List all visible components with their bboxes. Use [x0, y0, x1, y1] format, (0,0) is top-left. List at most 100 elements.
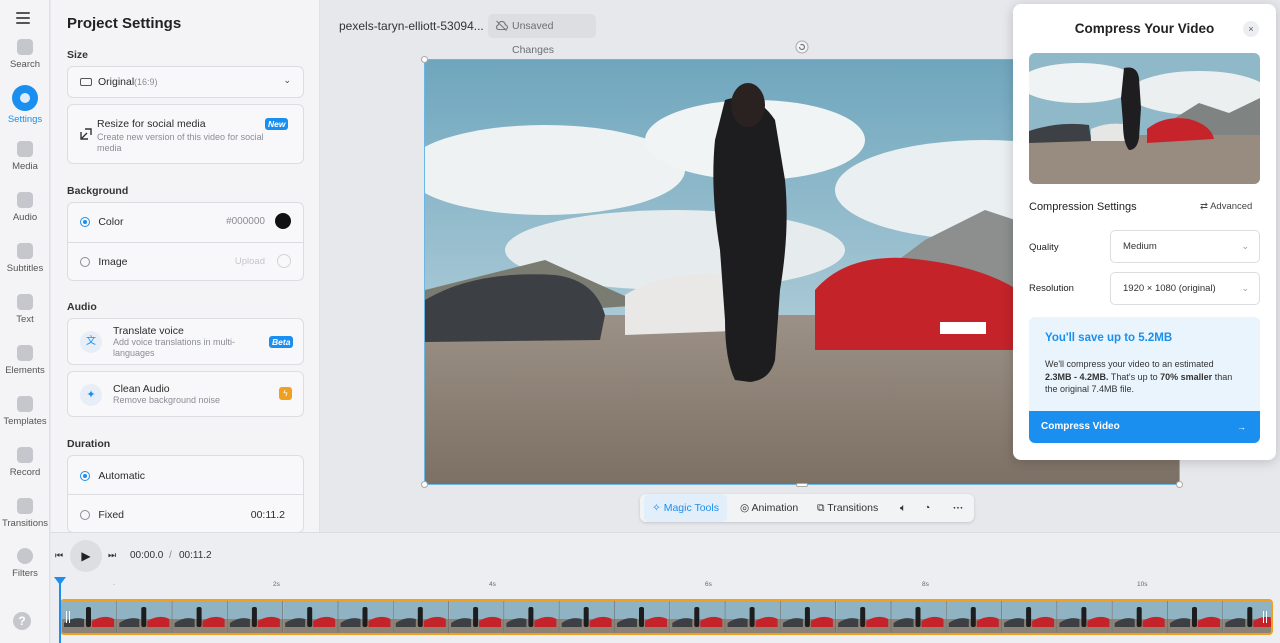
clip-frame-thumbnail	[780, 601, 837, 633]
background-card: Color #000000 Image Upload	[67, 202, 304, 281]
clean-audio-card[interactable]: ✦ Clean Audio Remove background noise ϟ	[67, 371, 304, 417]
close-button[interactable]: ×	[1243, 21, 1259, 37]
translate-voice-card[interactable]: 文 Translate voice Add voice translations…	[67, 318, 304, 365]
play-button[interactable]: ▶	[70, 540, 102, 572]
clip-frame-thumbnail	[670, 601, 726, 633]
templates-icon	[17, 396, 33, 412]
advanced-button[interactable]: ⇄ Advanced	[1200, 201, 1252, 212]
playhead[interactable]	[54, 577, 66, 643]
translate-title: Translate voice	[113, 325, 184, 337]
image-option[interactable]: Image Upload	[80, 254, 291, 270]
rail-item-subtitles[interactable]: Subtitles	[0, 243, 50, 274]
resize-handle[interactable]	[796, 483, 808, 487]
translate-desc: Add voice translations in multi-language…	[113, 337, 236, 358]
rotate-icon[interactable]	[795, 40, 809, 54]
color-option[interactable]: Color #000000	[80, 213, 291, 230]
image-radio[interactable]	[80, 256, 90, 267]
fixed-radio[interactable]	[80, 509, 90, 520]
record-icon	[17, 447, 33, 463]
upload-icon[interactable]	[277, 254, 291, 268]
color-swatch[interactable]	[275, 213, 291, 229]
timeline-ruler: · 2s 4s 6s 8s 10s	[60, 579, 1275, 591]
sliders-icon: ⇄	[1200, 201, 1211, 212]
rail-item-filters[interactable]: Filters	[0, 548, 50, 579]
skip-back-icon[interactable]: ⏮	[55, 550, 63, 561]
transitions-icon	[17, 498, 33, 514]
rail-item-search[interactable]: Search	[0, 39, 50, 70]
automatic-radio[interactable]	[80, 470, 90, 481]
clip-frame-thumbnail	[1168, 601, 1224, 633]
clip-trim-handle-left[interactable]	[66, 611, 70, 623]
quality-value: Medium	[1123, 241, 1157, 252]
resize-handle[interactable]	[421, 481, 428, 488]
rail-item-audio[interactable]: Audio	[0, 192, 50, 223]
help-icon[interactable]: ?	[13, 612, 31, 630]
speed-button[interactable]: ◔	[924, 494, 930, 522]
rail-label: Audio	[12, 212, 38, 223]
compress-video-modal: Compress Your Video × Compression Settin…	[1013, 4, 1276, 460]
clip-frame-thumbnail	[725, 601, 781, 633]
duration-heading: Duration	[67, 438, 111, 450]
video-track-clip[interactable]	[60, 599, 1273, 635]
resize-handle[interactable]	[421, 56, 428, 63]
resize-handle[interactable]	[1176, 481, 1183, 488]
transitions-button[interactable]: ⧉ Transitions	[817, 494, 878, 522]
animation-label: Animation	[751, 502, 799, 514]
chevron-down-icon: ⌄	[1241, 241, 1249, 251]
clip-trim-handle-right[interactable]	[1263, 611, 1267, 623]
magic-tools-label: Magic Tools	[663, 502, 719, 514]
quality-select[interactable]: Medium ⌄	[1110, 230, 1260, 263]
advanced-label: Advanced	[1210, 201, 1253, 212]
magic-tools-button[interactable]: ✧ Magic Tools	[644, 494, 727, 522]
savings-info-box: You'll save up to 5.2MB We'll compress y…	[1029, 317, 1260, 411]
ruler-tick: 6s	[705, 581, 712, 588]
clip-frame-thumbnail	[504, 601, 560, 633]
rail-item-settings[interactable]: Settings	[0, 85, 50, 125]
rail-item-record[interactable]: Record	[0, 447, 50, 478]
clip-frame-thumbnail	[117, 601, 173, 633]
rail-item-media[interactable]: Media	[0, 141, 50, 172]
search-icon	[17, 39, 33, 55]
savings-percent: 70% smaller	[1160, 371, 1213, 382]
resolution-label: Resolution	[1029, 283, 1074, 294]
divider	[68, 242, 303, 243]
cloud-off-icon	[496, 20, 508, 31]
rail-item-transitions[interactable]: Transitions	[0, 498, 50, 529]
skip-forward-icon[interactable]: ⏭	[108, 550, 116, 561]
automatic-option[interactable]: Automatic	[80, 468, 291, 484]
resolution-select[interactable]: 1920 × 1080 (original) ⌄	[1110, 272, 1260, 305]
rail-item-templates[interactable]: Templates	[0, 396, 50, 427]
size-heading: Size	[67, 49, 89, 61]
rail-label: Elements	[5, 365, 45, 376]
clip-frame-thumbnail	[283, 601, 339, 633]
more-button[interactable]: ···	[953, 494, 964, 522]
panel-title: Project Settings	[67, 15, 182, 32]
fixed-label: Fixed	[98, 508, 125, 521]
fixed-value[interactable]: 00:11.2	[251, 509, 285, 521]
clip-frame-thumbnail	[449, 601, 505, 633]
rail-item-text[interactable]: Text	[0, 294, 50, 325]
savings-range: 2.3MB - 4.2MB.	[1045, 371, 1109, 382]
compress-button-label: Compress Video	[1041, 421, 1120, 432]
hamburger-menu-icon[interactable]	[16, 12, 30, 24]
volume-button[interactable]: 🔈︎	[900, 494, 906, 522]
transitions-icon: ⧉	[817, 502, 828, 514]
size-select[interactable]: Original (16:9) ⌄	[67, 66, 304, 98]
time-separator: /	[169, 550, 172, 561]
clip-frame-thumbnail	[946, 601, 1003, 633]
animation-button[interactable]: ◎ Animation	[740, 494, 798, 522]
upload-label[interactable]: Upload	[235, 256, 265, 267]
rail-item-elements[interactable]: Elements	[0, 345, 50, 376]
file-name[interactable]: pexels-taryn-elliott-53094...	[339, 19, 484, 33]
plus-icon	[17, 141, 33, 157]
ruler-tick: 4s	[489, 581, 496, 588]
background-heading: Background	[67, 185, 129, 197]
fixed-option[interactable]: Fixed 00:11.2	[80, 507, 291, 523]
compress-video-button[interactable]: Compress Video →	[1029, 411, 1260, 443]
resize-social-card[interactable]: Resize for social media New Create new v…	[67, 104, 304, 164]
modal-title: Compress Your Video	[1074, 21, 1215, 36]
music-icon	[17, 192, 33, 208]
clip-frame-thumbnail	[227, 601, 284, 633]
color-radio[interactable]	[80, 216, 90, 227]
sparkle-icon: ✦	[80, 384, 102, 406]
